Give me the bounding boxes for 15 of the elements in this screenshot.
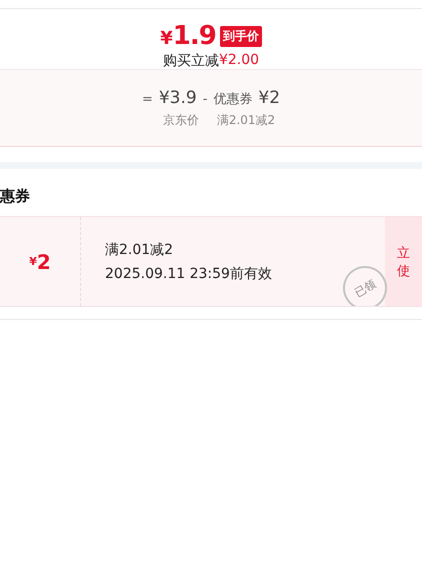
coupon-condition: 满2.01减2 bbox=[105, 240, 174, 258]
coupon-amount: ¥2 bbox=[0, 217, 81, 306]
discount-caption: 满2.01减2 bbox=[216, 112, 276, 128]
use-now-button[interactable]: 立 使 bbox=[385, 217, 422, 306]
base-price: ¥3.9 bbox=[158, 88, 197, 108]
equals-sign: = bbox=[142, 92, 153, 106]
saving-label: 购买立减 bbox=[162, 52, 219, 70]
saving-amount: ¥2.00 bbox=[218, 52, 260, 70]
minus-sign: - bbox=[202, 92, 208, 106]
coupon-expiry: 2025.09.11 23:59前有效 bbox=[105, 264, 273, 282]
final-price: ¥1.9 bbox=[160, 21, 216, 51]
price-badge: 到手价 bbox=[220, 26, 262, 46]
discount-amount: ¥2 bbox=[258, 88, 280, 108]
discount-label: 优惠券 bbox=[213, 90, 252, 108]
base-caption: 京东价 bbox=[162, 112, 199, 128]
